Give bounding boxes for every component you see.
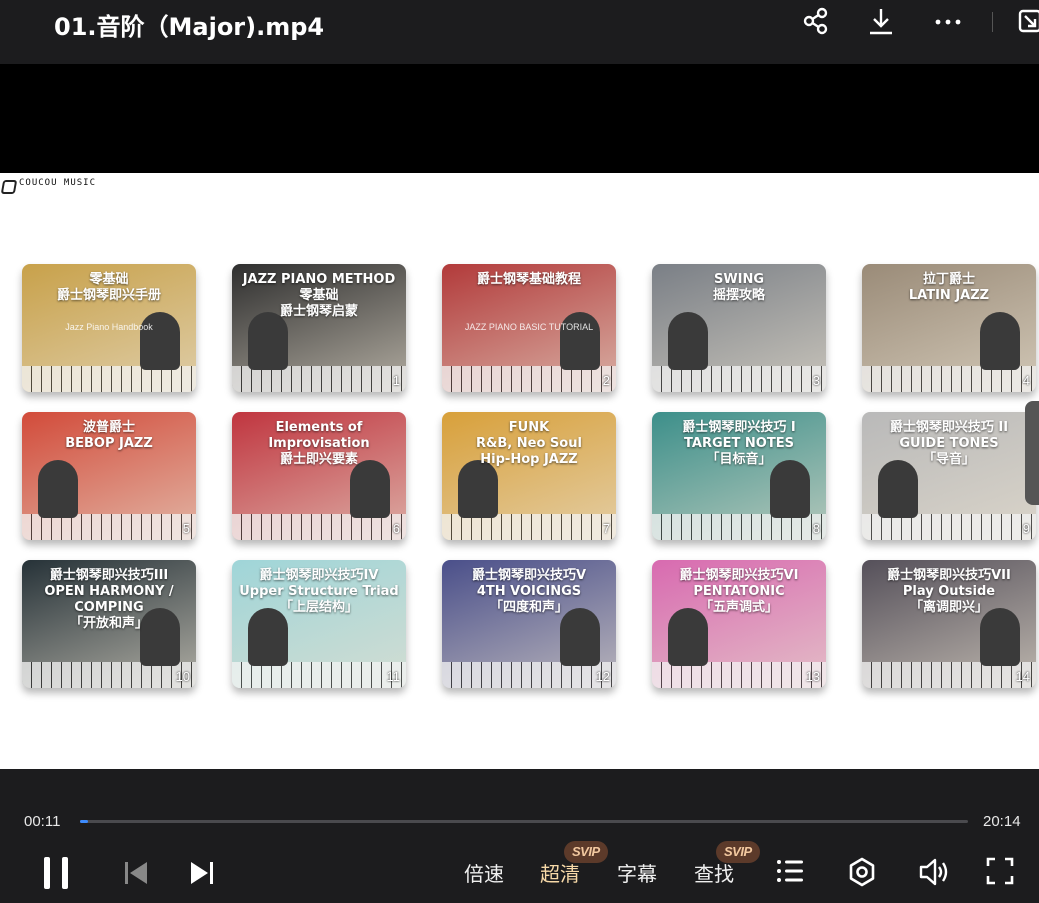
course-card: 爵士钢琴即兴技巧IV Upper Structure Triad 「上层结构」 1… — [232, 560, 406, 688]
course-card-number: 9 — [1022, 521, 1030, 536]
course-card-number: 5 — [182, 521, 190, 536]
pianist-image — [560, 312, 600, 370]
course-card-subtitle: JAZZ PIANO BASIC TUTORIAL — [464, 322, 594, 332]
pip-icon[interactable] — [1016, 6, 1039, 36]
course-card-number: 3 — [812, 373, 820, 388]
course-card: 拉丁爵士 LATIN JAZZ 4 — [862, 264, 1036, 392]
side-panel-handle[interactable] — [1025, 401, 1039, 505]
course-card-title: 零基础 爵士钢琴即兴手册 — [56, 272, 161, 303]
share-icon[interactable] — [801, 6, 831, 36]
course-card-title: SWING 摇摆攻略 — [712, 272, 765, 303]
progress-fill — [80, 820, 88, 823]
course-card: 波普爵士 BEBOP JAZZ 5 — [22, 412, 196, 540]
course-card-number: 1 — [392, 373, 400, 388]
settings-icon[interactable] — [847, 857, 877, 887]
course-card-title: 爵士钢琴即兴技巧V 4TH VOICINGS 「四度和声」 — [471, 568, 587, 615]
pianist-image — [980, 608, 1020, 666]
course-card: Elements of Improvisation 爵士即兴要素 6 — [232, 412, 406, 540]
course-card-number: 11 — [386, 669, 401, 684]
course-card: 爵士钢琴即兴技巧V 4TH VOICINGS 「四度和声」 12 — [442, 560, 616, 688]
course-card-number: 13 — [805, 669, 820, 684]
pianist-image — [140, 312, 180, 370]
course-card-title: 爵士钢琴即兴技巧 II GUIDE TONES 「导音」 — [889, 420, 1009, 467]
course-card: 爵士钢琴即兴技巧VII Play Outside 「离调即兴」 14 — [862, 560, 1036, 688]
download-icon[interactable] — [866, 6, 896, 36]
pianist-image — [980, 312, 1020, 370]
svip-badge-search: SVIP — [716, 841, 760, 863]
course-card-title: JAZZ PIANO METHOD 零基础 爵士钢琴启蒙 — [242, 272, 396, 319]
pianist-image — [668, 608, 708, 666]
course-card-title: Elements of Improvisation 爵士即兴要素 — [268, 420, 370, 467]
pianist-image — [560, 608, 600, 666]
playlist-icon[interactable] — [776, 857, 804, 885]
progress-bar[interactable] — [80, 820, 968, 823]
course-card-number: 8 — [812, 521, 820, 536]
brand-text: COUCOU MUSIC — [19, 178, 97, 188]
pianist-image — [248, 312, 288, 370]
course-card: 爵士钢琴即兴技巧III OPEN HARMONY / COMPING 「开放和声… — [22, 560, 196, 688]
speed-button[interactable]: 倍速 — [464, 858, 504, 887]
svip-badge-quality: SVIP — [564, 841, 608, 863]
pianist-image — [38, 460, 78, 518]
video-frame[interactable]: COUCOU MUSIC 零基础 爵士钢琴即兴手册 Jazz Piano Hand… — [0, 173, 1039, 769]
pause-button[interactable] — [42, 855, 70, 891]
course-card-title: 爵士钢琴即兴技巧IV Upper Structure Triad 「上层结构」 — [239, 568, 399, 615]
brand-mark-icon — [0, 180, 18, 194]
previous-button[interactable] — [124, 861, 148, 885]
pianist-image — [458, 460, 498, 518]
course-card-title: 爵士钢琴基础教程 — [476, 272, 581, 287]
course-card-title: 波普爵士 BEBOP JAZZ — [65, 420, 153, 451]
course-card: 爵士钢琴即兴技巧 II GUIDE TONES 「导音」 9 — [862, 412, 1036, 540]
course-card-subtitle: Jazz Piano Handbook — [65, 322, 153, 332]
pianist-image — [248, 608, 288, 666]
current-time: 00:11 — [24, 813, 61, 830]
course-card-number: 2 — [602, 373, 610, 388]
course-card: 爵士钢琴基础教程 JAZZ PIANO BASIC TUTORIAL 2 — [442, 264, 616, 392]
course-card: 零基础 爵士钢琴即兴手册 Jazz Piano Handbook — [22, 264, 196, 392]
pianist-image — [350, 460, 390, 518]
course-card-number: 6 — [392, 521, 400, 536]
course-card: JAZZ PIANO METHOD 零基础 爵士钢琴启蒙 1 — [232, 264, 406, 392]
subtitle-button[interactable]: 字幕 — [617, 858, 657, 887]
course-card-number: 14 — [1015, 669, 1030, 684]
course-card-title: 拉丁爵士 LATIN JAZZ — [908, 272, 990, 303]
pianist-image — [770, 460, 810, 518]
course-card-grid: 零基础 爵士钢琴即兴手册 Jazz Piano Handbook JAZZ PIAN… — [22, 264, 1036, 688]
course-card-number: 4 — [1022, 373, 1030, 388]
volume-icon[interactable] — [918, 857, 950, 887]
fullscreen-icon[interactable] — [986, 857, 1014, 885]
course-card-number: 7 — [602, 521, 610, 536]
course-card-title: FUNK R&B, Neo Soul Hip-Hop JAZZ — [476, 420, 582, 467]
course-card-number: 12 — [595, 669, 610, 684]
course-card-title: 爵士钢琴即兴技巧III OPEN HARMONY / COMPING 「开放和声… — [44, 568, 174, 631]
total-time: 20:14 — [983, 813, 1021, 830]
course-card-title: 爵士钢琴即兴技巧VII Play Outside 「离调即兴」 — [887, 568, 1011, 615]
pianist-image — [668, 312, 708, 370]
video-title: 01.音阶（Major).mp4 — [54, 13, 325, 41]
course-card: 爵士钢琴即兴技巧 I TARGET NOTES 「目标音」 8 — [652, 412, 826, 540]
pianist-image — [878, 460, 918, 518]
brand-logo: COUCOU MUSIC — [0, 178, 97, 194]
title-bar: 01.音阶（Major).mp4 — [0, 0, 1039, 64]
course-card: 爵士钢琴即兴技巧VI PENTATONIC 「五声调式」 13 — [652, 560, 826, 688]
course-card-title: 爵士钢琴即兴技巧 I TARGET NOTES 「目标音」 — [682, 420, 796, 467]
course-card-title: 爵士钢琴即兴技巧VI PENTATONIC 「五声调式」 — [679, 568, 799, 615]
course-card: SWING 摇摆攻略 3 — [652, 264, 826, 392]
course-card-number: 10 — [175, 669, 190, 684]
toolbar-divider — [992, 12, 993, 32]
course-card: FUNK R&B, Neo Soul Hip-Hop JAZZ 7 — [442, 412, 616, 540]
player-controls: 00:11 20:14 倍速 超清 SVIP 字幕 查找 SVIP — [0, 769, 1039, 903]
more-icon[interactable] — [933, 6, 963, 36]
next-button[interactable] — [190, 861, 214, 885]
